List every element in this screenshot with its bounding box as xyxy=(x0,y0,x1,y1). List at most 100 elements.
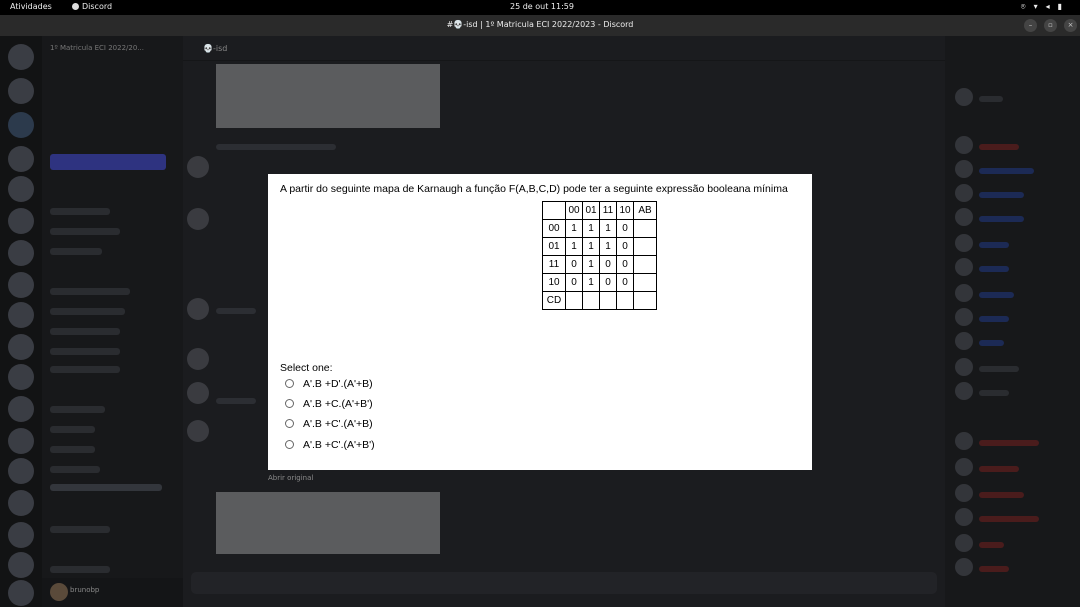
member-name[interactable] xyxy=(979,440,1039,446)
avatar[interactable] xyxy=(955,88,973,106)
avatar[interactable] xyxy=(955,332,973,350)
channel-item[interactable] xyxy=(50,526,110,533)
avatar[interactable] xyxy=(955,458,973,476)
channel-item[interactable] xyxy=(50,228,120,235)
attachment-image[interactable] xyxy=(216,64,440,128)
server-name[interactable]: 1º Matricula ECI 2022/20... xyxy=(50,44,144,52)
server-icon[interactable] xyxy=(8,428,34,454)
server-icon[interactable] xyxy=(8,364,34,390)
channel-item-isd[interactable] xyxy=(50,484,162,491)
avatar[interactable] xyxy=(187,382,209,404)
avatar[interactable] xyxy=(955,136,973,154)
member-name[interactable] xyxy=(979,340,1004,346)
system-tray[interactable]: ⌾▾◂▮ xyxy=(1021,2,1070,12)
avatar[interactable] xyxy=(955,284,973,302)
server-icon[interactable] xyxy=(8,146,34,172)
channel-item[interactable] xyxy=(50,366,120,373)
avatar[interactable] xyxy=(955,234,973,252)
server-icon[interactable] xyxy=(8,272,34,298)
message-input[interactable] xyxy=(191,572,937,594)
avatar[interactable] xyxy=(187,298,209,320)
avatar[interactable] xyxy=(955,208,973,226)
avatar[interactable] xyxy=(955,432,973,450)
channel-item[interactable] xyxy=(50,328,120,335)
member-name[interactable] xyxy=(979,466,1019,472)
avatar[interactable] xyxy=(955,558,973,576)
avatar[interactable] xyxy=(955,508,973,526)
avatar[interactable] xyxy=(955,184,973,202)
member-name[interactable] xyxy=(979,542,1004,548)
avatar[interactable] xyxy=(955,160,973,178)
member-name[interactable] xyxy=(979,366,1019,372)
member-name[interactable] xyxy=(979,316,1009,322)
member-name[interactable] xyxy=(979,566,1009,572)
server-icon[interactable] xyxy=(8,458,34,484)
radio-button[interactable] xyxy=(285,379,294,388)
app-menu[interactable]: Discord xyxy=(72,2,112,11)
avatar[interactable] xyxy=(187,208,209,230)
radio-button[interactable] xyxy=(285,419,294,428)
channel-item[interactable] xyxy=(50,288,130,295)
server-icon[interactable] xyxy=(8,176,34,202)
avatar[interactable] xyxy=(187,348,209,370)
member-name[interactable] xyxy=(979,242,1009,248)
open-original-link[interactable]: Abrir original xyxy=(268,474,313,482)
server-icon[interactable] xyxy=(8,522,34,548)
avatar[interactable] xyxy=(955,382,973,400)
maximize-button[interactable]: ▫ xyxy=(1044,19,1057,32)
avatar[interactable] xyxy=(955,534,973,552)
answer-option[interactable]: A'.B +C'.(A'+B') xyxy=(285,438,375,452)
channel-item[interactable] xyxy=(50,348,120,355)
server-icon[interactable] xyxy=(8,78,34,104)
close-window-button[interactable]: × xyxy=(1064,19,1077,32)
server-icon[interactable] xyxy=(8,208,34,234)
member-name[interactable] xyxy=(979,192,1024,198)
channel-item[interactable] xyxy=(50,208,110,215)
channel-item[interactable] xyxy=(50,308,125,315)
server-icon[interactable] xyxy=(8,552,34,578)
answer-option[interactable]: A'.B +C.(A'+B') xyxy=(285,397,373,411)
radio-button[interactable] xyxy=(285,399,294,408)
member-name[interactable] xyxy=(979,216,1024,222)
eci-server-icon[interactable] xyxy=(8,112,34,138)
answer-option[interactable]: A'.B +D'.(A'+B) xyxy=(285,377,373,391)
server-icon[interactable] xyxy=(8,580,34,606)
answer-option[interactable]: A'.B +C'.(A'+B) xyxy=(285,417,373,431)
server-icon[interactable] xyxy=(8,302,34,328)
quick-switcher-button[interactable] xyxy=(50,154,166,170)
channel-item[interactable] xyxy=(50,426,95,433)
member-name[interactable] xyxy=(979,96,1003,102)
member-name[interactable] xyxy=(979,144,1019,150)
avatar[interactable] xyxy=(187,420,209,442)
system-top-bar: Atividades Discord 25 de out 11:59 ⌾▾◂▮ xyxy=(0,0,1080,15)
avatar[interactable] xyxy=(50,583,68,601)
server-icon[interactable] xyxy=(8,396,34,422)
home-icon[interactable] xyxy=(8,44,34,70)
member-name[interactable] xyxy=(979,292,1014,298)
attachment-image[interactable] xyxy=(216,492,440,554)
avatar[interactable] xyxy=(955,484,973,502)
channel-item[interactable] xyxy=(50,466,100,473)
channel-item[interactable] xyxy=(50,566,110,573)
avatar[interactable] xyxy=(955,258,973,276)
channel-item[interactable] xyxy=(50,446,95,453)
server-icon[interactable] xyxy=(8,490,34,516)
avatar[interactable] xyxy=(955,358,973,376)
member-name[interactable] xyxy=(979,266,1009,272)
clock[interactable]: 25 de out 11:59 xyxy=(510,2,574,11)
minimize-button[interactable]: – xyxy=(1024,19,1037,32)
activities-button[interactable]: Atividades xyxy=(10,2,52,11)
member-name[interactable] xyxy=(979,492,1024,498)
server-icon[interactable] xyxy=(8,334,34,360)
member-name[interactable] xyxy=(979,168,1034,174)
kmap-cell: 11 xyxy=(542,255,566,274)
member-name[interactable] xyxy=(979,516,1039,522)
image-viewer[interactable]: A partir do seguinte mapa de Karnaugh a … xyxy=(268,174,812,470)
channel-item[interactable] xyxy=(50,406,105,413)
member-name[interactable] xyxy=(979,390,1009,396)
avatar[interactable] xyxy=(955,308,973,326)
radio-button[interactable] xyxy=(285,440,294,449)
server-icon[interactable] xyxy=(8,240,34,266)
channel-item[interactable] xyxy=(50,248,102,255)
avatar[interactable] xyxy=(187,156,209,178)
